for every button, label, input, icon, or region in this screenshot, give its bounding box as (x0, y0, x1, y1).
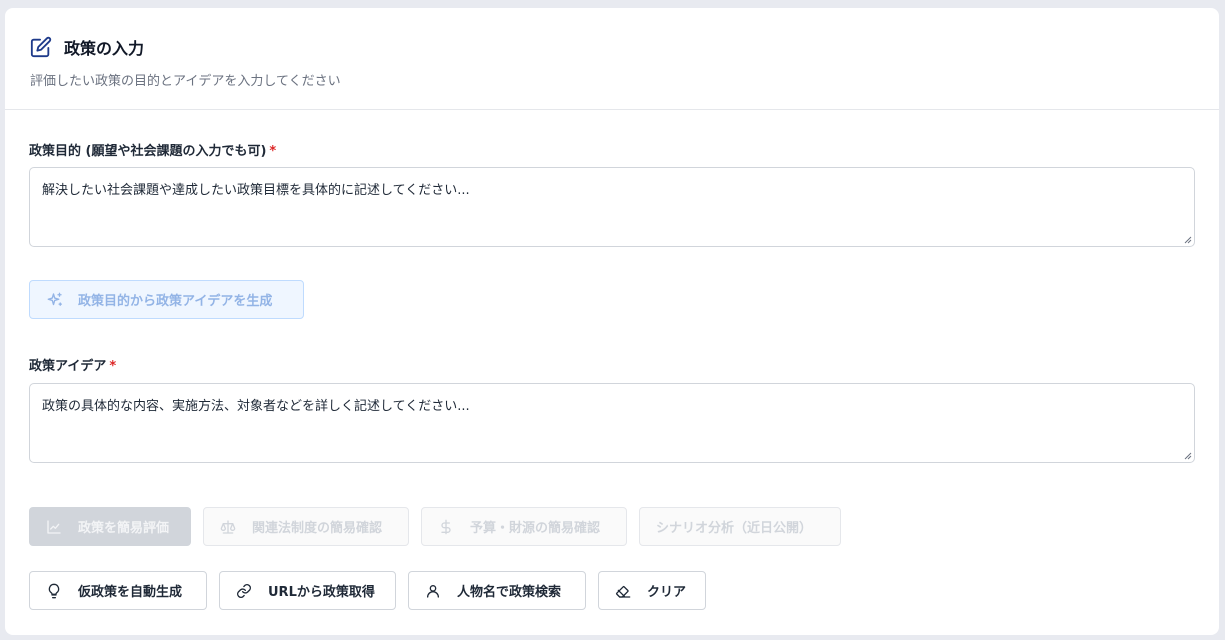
idea-textarea[interactable]: 政策の具体的な内容、実施方法、対象者などを詳しく記述してください... (29, 383, 1195, 463)
dollar-icon (438, 519, 454, 535)
link-icon (236, 583, 252, 599)
sparkles-icon (46, 291, 64, 309)
legal-check-button[interactable]: 関連法制度の簡易確認 (203, 507, 409, 546)
resize-handle-icon[interactable] (1184, 452, 1192, 460)
scale-icon (220, 519, 236, 535)
lightbulb-icon (46, 583, 62, 599)
policy-input-card: 政策の入力 評価したい政策の目的とアイデアを入力してください 政策目的 (願望や… (5, 8, 1219, 635)
url-fetch-button[interactable]: URLから政策取得 (219, 571, 396, 610)
chart-line-icon (46, 519, 62, 535)
eraser-icon (615, 583, 631, 599)
page-subtitle: 評価したい政策の目的とアイデアを入力してください (30, 74, 341, 89)
card-header: 政策の入力 評価したい政策の目的とアイデアを入力してください (5, 8, 1219, 110)
required-mark: * (109, 359, 117, 374)
purpose-label: 政策目的 (願望や社会課題の入力でも可) * (29, 144, 277, 159)
auto-generate-button[interactable]: 仮政策を自動生成 (29, 571, 207, 610)
person-search-button[interactable]: 人物名で政策検索 (408, 571, 586, 610)
scenario-analysis-button[interactable]: シナリオ分析（近日公開） (639, 507, 841, 546)
idea-label: 政策アイデア * (29, 359, 117, 374)
idea-placeholder: 政策の具体的な内容、実施方法、対象者などを詳しく記述してください... (42, 399, 470, 414)
required-mark: * (269, 144, 277, 159)
page-title: 政策の入力 (64, 39, 145, 58)
quick-evaluate-button[interactable]: 政策を簡易評価 (29, 507, 191, 546)
purpose-textarea[interactable]: 解決したい社会課題や達成したい政策目標を具体的に記述してください... (29, 167, 1195, 247)
generate-idea-label: 政策目的から政策アイデアを生成 (78, 294, 273, 309)
generate-idea-button[interactable]: 政策目的から政策アイデアを生成 (29, 280, 304, 319)
purpose-placeholder: 解決したい社会課題や達成したい政策目標を具体的に記述してください... (42, 183, 470, 198)
budget-check-button[interactable]: 予算・財源の簡易確認 (421, 507, 627, 546)
edit-icon (30, 36, 52, 58)
user-icon (425, 583, 441, 599)
clear-button[interactable]: クリア (598, 571, 706, 610)
resize-handle-icon[interactable] (1184, 236, 1192, 244)
